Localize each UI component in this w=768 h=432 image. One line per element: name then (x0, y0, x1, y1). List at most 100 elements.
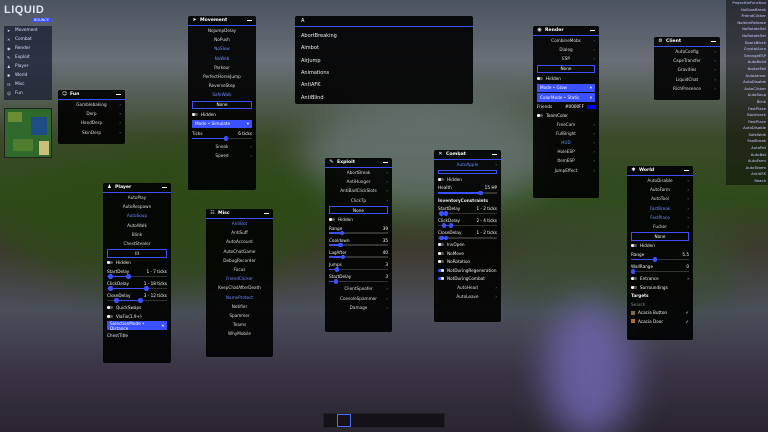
invopen-toggle[interactable]: InvOpen (434, 241, 501, 250)
target-item-acacia-button[interactable]: Acacia Button ✓ (627, 308, 693, 317)
render-mode-select[interactable]: Mode • Glow ▾ (537, 83, 595, 93)
lagafter-slider[interactable] (329, 255, 388, 260)
module-item[interactable]: AutoRespawn (103, 202, 171, 211)
module-item[interactable]: Spammer (206, 311, 273, 320)
search-result[interactable]: Aimbot (295, 42, 473, 54)
client-panel-header[interactable]: ⚙ Client (654, 37, 720, 47)
startdelay-slider[interactable] (329, 279, 388, 284)
module-item[interactable]: AutoHead › (434, 283, 501, 292)
module-item[interactable]: KeepChatAfterDeath (206, 283, 273, 292)
module-item[interactable]: AutoDisable › (627, 176, 693, 185)
startdelay-slider[interactable] (438, 211, 497, 216)
module-item[interactable]: DebugRecorder (206, 256, 273, 265)
ticks-slider[interactable] (192, 136, 252, 141)
color-swatch[interactable] (587, 104, 595, 109)
movement-none-box[interactable]: None (192, 100, 252, 109)
targets-search-input[interactable]: Search (627, 300, 693, 309)
module-item[interactable]: HUD › (533, 138, 599, 147)
toggle-switch[interactable] (107, 314, 113, 318)
module-item[interactable]: Speed › (188, 151, 256, 160)
module-item[interactable]: AutoTool › (627, 194, 693, 203)
range-slider[interactable] (631, 257, 689, 262)
toggle-switch[interactable] (438, 277, 444, 281)
module-item[interactable]: AutoAccount (206, 237, 273, 246)
teamcolor-toggle[interactable]: TeamColor (533, 111, 599, 120)
module-item[interactable]: AntiBot (206, 219, 273, 228)
friends-color-option[interactable]: Friends #0000FF (533, 103, 599, 112)
startdelay-slider[interactable] (107, 274, 167, 279)
module-item[interactable]: AbortBreak › (325, 168, 392, 177)
module-item[interactable]: LiquidChat › (654, 75, 720, 84)
module-item[interactable]: Derp › (58, 109, 125, 118)
module-item[interactable]: FriendClicker (206, 274, 273, 283)
category-tab[interactable]: ✱ World (4, 71, 52, 80)
module-item[interactable]: SkinDerp › (58, 128, 125, 137)
quickswaps-toggle[interactable]: QuickSwaps (103, 303, 171, 312)
world-none-box[interactable]: None (631, 232, 689, 241)
module-item[interactable]: Teams (206, 320, 273, 329)
module-item[interactable]: CombineMobs › (533, 36, 599, 45)
selection-mode-select[interactable]: SelectionMode • Distance ▾ (107, 321, 167, 331)
module-item[interactable]: AutoChatGame (206, 247, 273, 256)
module-item[interactable]: CapeTransfer › (654, 56, 720, 65)
module-item[interactable]: NoWeb (188, 54, 256, 63)
search-result[interactable]: Animations (295, 67, 473, 79)
module-item[interactable]: AutoLeave › (434, 292, 501, 301)
norotation-toggle[interactable]: NoRotation (434, 258, 501, 267)
module-item[interactable]: ConsoleSpammer › (325, 293, 392, 302)
toggle-switch[interactable] (438, 251, 444, 255)
collapse-icon[interactable] (590, 29, 595, 32)
module-item[interactable]: WhyMobile (206, 329, 273, 338)
module-item[interactable]: ClientSpoofer › (325, 284, 392, 293)
module-item[interactable]: NoJumpDelay (188, 26, 256, 35)
module-item[interactable]: FullBright › (533, 129, 599, 138)
module-item[interactable]: Fucker › (627, 222, 693, 231)
search-input[interactable]: A (295, 16, 473, 27)
notduringregeneration-toggle[interactable]: NotDuringRegeneration (434, 266, 501, 275)
toggle-switch[interactable] (537, 113, 543, 117)
module-item[interactable]: FreeCam › (533, 120, 599, 129)
clickdelay-slider[interactable] (438, 223, 497, 228)
toggle-switch[interactable] (329, 218, 335, 221)
movement-panel-header[interactable]: ➤ Movement (188, 16, 256, 26)
toggle-switch[interactable] (438, 260, 444, 264)
render-none-box[interactable]: None (537, 64, 595, 74)
chesttitle-option[interactable]: ChestTitle (103, 331, 171, 340)
module-item[interactable]: HandDerp › (58, 118, 125, 127)
module-item[interactable]: ESP › (533, 54, 599, 63)
toggle-switch[interactable] (631, 277, 637, 281)
module-item[interactable]: ReverseStep (188, 81, 256, 90)
closedelay-slider[interactable] (438, 235, 497, 240)
movement-mode-select[interactable]: Mode • Simulate ▾ (192, 119, 252, 128)
collapse-icon[interactable] (264, 212, 269, 215)
module-item[interactable]: ChestStealer (103, 239, 171, 248)
module-item[interactable]: Focus (206, 265, 273, 274)
search-result[interactable]: AirJump (295, 55, 473, 67)
module-item[interactable]: AutoWalk (103, 221, 171, 230)
module-item[interactable]: PerfectHorseJump (188, 72, 256, 81)
module-item[interactable]: AutoConfig › (654, 47, 720, 56)
category-tab[interactable]: ♟ Player (4, 62, 52, 71)
module-item[interactable]: AntiHunger › (325, 177, 392, 186)
module-item[interactable]: AntiSuff (206, 228, 273, 237)
module-item[interactable]: Notifier (206, 302, 273, 311)
toggle-switch[interactable] (631, 244, 637, 248)
module-item[interactable]: HoleESP › (533, 147, 599, 156)
module-item[interactable]: Gamblebaking › (58, 100, 125, 109)
collapse-icon[interactable] (711, 40, 716, 43)
player-hidden-toggle[interactable]: Hidden (103, 259, 171, 268)
toggle-switch[interactable] (107, 306, 113, 310)
world-hidden-toggle[interactable]: Hidden (627, 242, 693, 251)
hotbar-selected-slot[interactable] (337, 414, 351, 427)
collapse-icon[interactable] (492, 153, 497, 156)
toggle-switch[interactable] (438, 268, 444, 272)
module-item[interactable]: Sneak › (188, 142, 256, 151)
search-result[interactable]: AntiBlind (295, 91, 473, 103)
module-item[interactable]: Dialog › (533, 45, 599, 54)
closedelay-slider[interactable] (107, 298, 167, 303)
toggle-switch[interactable] (537, 76, 543, 80)
render-colormode-select[interactable]: ColorMode • Static ▾ (537, 93, 595, 102)
render-hidden-toggle[interactable]: Hidden (533, 74, 599, 83)
search-result[interactable]: AbortBreaking (295, 30, 473, 42)
collapse-icon[interactable] (383, 161, 388, 164)
